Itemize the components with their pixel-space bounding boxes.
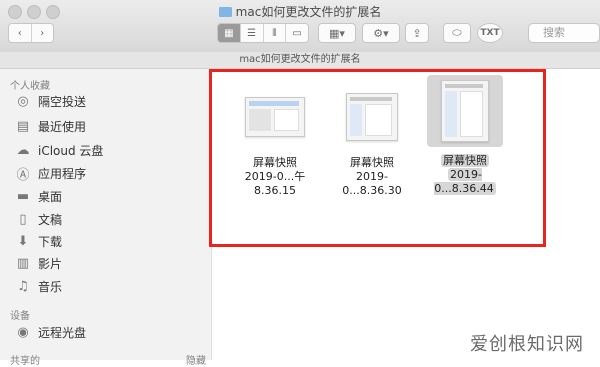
watermark: 爱创根知识网 — [470, 334, 584, 355]
sidebar-item-label: 文稿 — [38, 212, 63, 227]
file-item-screenshot-3[interactable]: 屏幕快照 2019-0...8.36.44 — [420, 75, 510, 196]
movies-icon: ▥ — [16, 255, 30, 271]
file-date: 2019-0...午8.36.15 — [244, 170, 306, 197]
file-date-text: 2019-0...8.36.44 — [434, 168, 496, 195]
search-input[interactable]: 搜索 — [528, 23, 600, 43]
sidebar-item-label: 影片 — [38, 256, 63, 271]
sidebar-item-icloud[interactable]: ☁ iCloud 云盘 — [14, 140, 104, 160]
sidebar-item-label: iCloud 云盘 — [38, 143, 104, 158]
thumbnail-wrapper — [237, 85, 313, 149]
sidebar-item-downloads[interactable]: ⬇ 下载 — [14, 231, 62, 251]
view-mode-selector: ▦ ☰ ⫴ ▭ — [217, 23, 309, 43]
file-item-screenshot-1[interactable]: 屏幕快照 2019-0...午8.36.15 — [230, 85, 320, 198]
downloads-icon: ⬇ — [17, 233, 29, 249]
file-name-text: 屏幕快照 — [441, 154, 489, 167]
screenshot-thumbnail-icon — [441, 80, 489, 142]
sidebar-item-label: 隔空投送 — [38, 94, 87, 109]
sidebar-item-music[interactable]: ♫ 音乐 — [14, 276, 62, 296]
back-forward-buttons: ‹ › — [8, 23, 54, 43]
file-name: 屏幕快照 — [420, 154, 510, 168]
sidebar-item-movies[interactable]: ▥ 影片 — [14, 253, 62, 273]
column-view-button[interactable]: ⫴ — [263, 24, 287, 42]
sidebar-section-devices: 设备 — [10, 311, 30, 322]
tag-button[interactable]: ⬭ — [443, 23, 471, 43]
sidebar-item-airdrop[interactable]: ◎ 隔空投送 — [14, 91, 86, 111]
list-view-button[interactable]: ☰ — [240, 24, 264, 42]
gallery-view-button[interactable]: ▭ — [286, 24, 308, 42]
file-grid: 屏幕快照 2019-0...午8.36.15 屏幕快照 2019-0...8.3… — [212, 69, 600, 360]
file-name: 屏幕快照 — [350, 156, 394, 169]
search-placeholder: 搜索 — [543, 26, 565, 39]
file-item-screenshot-2[interactable]: 屏幕快照 2019-0...8.36.30 — [327, 85, 417, 198]
window-title: mac如何更改文件的扩展名 — [0, 3, 600, 20]
action-button[interactable]: ⚙▾ — [362, 23, 400, 43]
sidebar-item-label: 远程光盘 — [38, 325, 87, 340]
sidebar-item-documents[interactable]: ▯ 文稿 — [14, 209, 62, 229]
thumbnail-wrapper — [334, 85, 410, 149]
airdrop-icon: ◎ — [17, 93, 29, 109]
txt-tag-button[interactable]: TXT — [477, 23, 503, 43]
icon-view-button[interactable]: ▦ — [218, 24, 241, 42]
sidebar-item-applications[interactable]: Ⓐ 应用程序 — [14, 163, 86, 183]
sidebar-item-label: 应用程序 — [38, 166, 87, 181]
file-date: 2019-0...8.36.44 — [420, 168, 510, 196]
recents-icon: ▤ — [16, 118, 30, 134]
sidebar-item-recents[interactable]: ▤ 最近使用 — [14, 116, 86, 136]
sidebar-item-label: 下载 — [38, 234, 63, 249]
sidebar-item-label: 最近使用 — [38, 119, 87, 134]
sidebar-item-label: 音乐 — [38, 279, 63, 294]
sidebar: 个人收藏 ◎ 隔空投送 ▤ 最近使用 ☁ iCloud 云盘 Ⓐ 应用程序 ▬ 桌面 ▯ 文… — [0, 69, 212, 367]
screenshot-thumbnail-icon — [245, 97, 305, 137]
music-icon: ♫ — [17, 278, 29, 294]
thumbnail-wrapper — [427, 75, 503, 147]
applications-icon: Ⓐ — [16, 167, 30, 183]
window-title-text: mac如何更改文件的扩展名 — [235, 5, 382, 19]
path-bar: mac如何更改文件的扩展名 — [0, 52, 600, 69]
desktop-icon: ▬ — [16, 188, 30, 204]
sidebar-section-favorites: 个人收藏 — [10, 81, 50, 92]
file-name: 屏幕快照 — [253, 156, 297, 169]
file-date: 2019-0...8.36.30 — [342, 170, 402, 197]
remote-disc-icon: ◉ — [17, 324, 29, 340]
icloud-icon: ☁ — [16, 142, 30, 158]
folder-icon — [218, 7, 232, 17]
sidebar-item-remote-disc[interactable]: ◉ 远程光盘 — [14, 322, 86, 342]
group-button[interactable]: ▦▾ — [318, 23, 356, 43]
sidebar-item-desktop[interactable]: ▬ 桌面 — [14, 186, 62, 206]
sidebar-item-label: 桌面 — [38, 189, 63, 204]
screenshot-thumbnail-icon — [346, 93, 398, 141]
finder-window: mac如何更改文件的扩展名 ‹ › ▦ ☰ ⫴ ▭ ▦▾ ⚙▾ ⇪ ⬭ TXT … — [0, 0, 600, 367]
back-button[interactable]: ‹ — [9, 24, 32, 42]
title-bar: mac如何更改文件的扩展名 ‹ › ▦ ☰ ⫴ ▭ ▦▾ ⚙▾ ⇪ ⬭ TXT … — [0, 0, 600, 53]
forward-button[interactable]: › — [31, 24, 53, 42]
share-button[interactable]: ⇪ — [405, 23, 429, 43]
documents-icon: ▯ — [19, 211, 27, 227]
